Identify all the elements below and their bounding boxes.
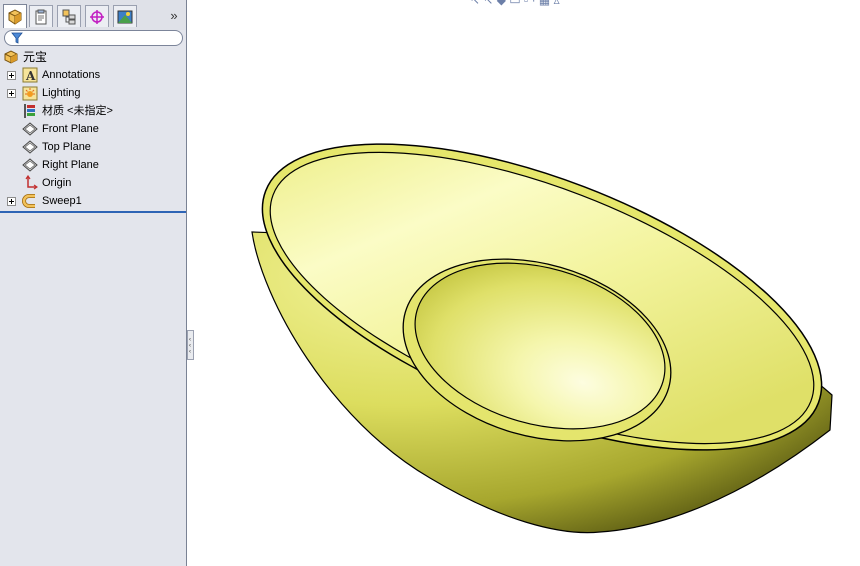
property-icon <box>35 9 47 24</box>
tree-item-front-plane[interactable]: Front Plane <box>0 120 186 138</box>
tree-item-origin[interactable]: Origin <box>0 174 186 192</box>
part-icon <box>3 49 19 65</box>
sweep-icon <box>22 193 38 209</box>
plane-icon <box>22 121 38 137</box>
part-icon <box>8 8 22 25</box>
filter-icon <box>11 32 23 44</box>
graphics-viewport[interactable]: ↖ ↖ ◆ ▭ ▫ · ▦ ▵ <box>188 0 860 566</box>
tree-root-part[interactable]: 元宝 <box>0 48 186 66</box>
dimxpert-manager-tab[interactable] <box>85 5 109 27</box>
panel-tab-bar: » <box>0 0 186 30</box>
tree-item-label: Top Plane <box>42 141 91 153</box>
plane-icon <box>22 157 38 173</box>
material-icon <box>22 103 38 119</box>
tree-item-label: 材质 <未指定> <box>42 105 113 117</box>
tree-item-annotations[interactable]: A Annotations <box>0 66 186 84</box>
expand-toggle[interactable] <box>7 89 16 98</box>
expand-toggle[interactable] <box>7 71 16 80</box>
crosshair-icon <box>90 9 104 24</box>
tree-item-right-plane[interactable]: Right Plane <box>0 156 186 174</box>
configuration-manager-tab[interactable] <box>57 5 81 27</box>
tree-root-label: 元宝 <box>23 50 48 64</box>
tree-item-top-plane[interactable]: Top Plane <box>0 138 186 156</box>
more-tabs-button[interactable]: » <box>166 8 182 24</box>
tree-item-label: Sweep1 <box>42 195 82 207</box>
tree-filter-input[interactable] <box>4 30 183 46</box>
configuration-icon <box>62 9 76 24</box>
annotations-icon: A <box>22 67 38 83</box>
tree-item-label: Right Plane <box>42 159 99 171</box>
property-manager-tab[interactable] <box>29 5 53 27</box>
display-manager-tab[interactable] <box>113 5 137 27</box>
lighting-icon <box>22 85 38 101</box>
svg-text:A: A <box>25 69 36 83</box>
tree-item-material[interactable]: 材质 <未指定> <box>0 102 186 120</box>
feature-manager-panel: » 元宝 A Annotations Lighting 材质 <未指定> Fro… <box>0 0 187 566</box>
tree-item-lighting[interactable]: Lighting <box>0 84 186 102</box>
tree-item-label: Annotations <box>42 69 101 81</box>
tree-item-label: Origin <box>42 177 72 189</box>
display-icon <box>117 10 133 23</box>
tree-item-sweep1[interactable]: Sweep1 <box>0 192 186 210</box>
expand-toggle[interactable] <box>7 197 16 206</box>
feature-tree: 元宝 A Annotations Lighting 材质 <未指定> Front… <box>0 48 186 210</box>
model-ingot[interactable] <box>188 0 860 566</box>
origin-icon <box>22 175 38 191</box>
rollback-bar[interactable] <box>0 211 186 213</box>
plane-icon <box>22 139 38 155</box>
tree-item-label: Lighting <box>42 87 81 99</box>
tree-item-label: Front Plane <box>42 123 99 135</box>
feature-manager-tab[interactable] <box>3 4 27 28</box>
